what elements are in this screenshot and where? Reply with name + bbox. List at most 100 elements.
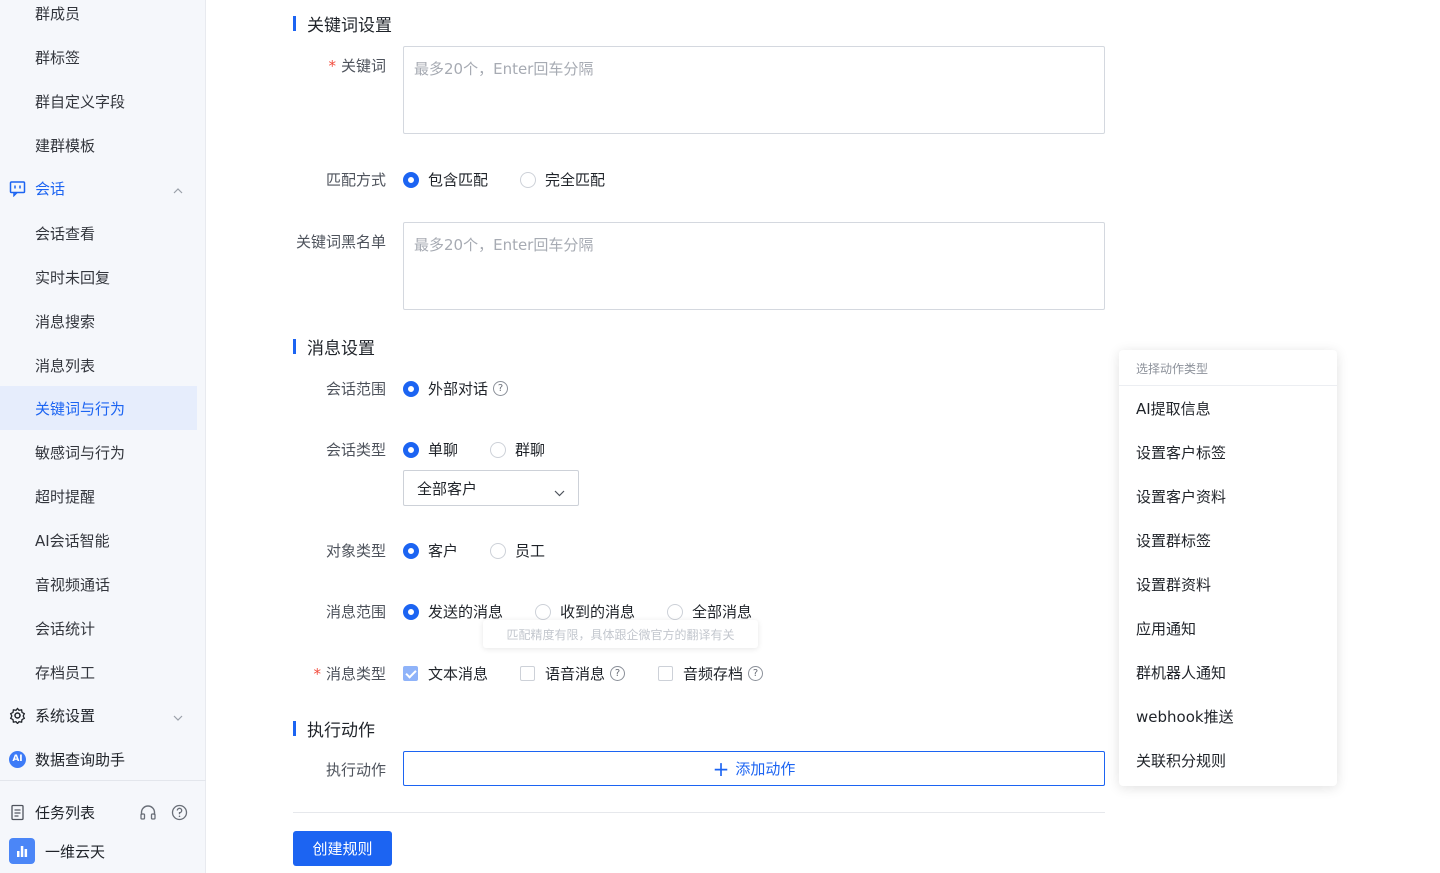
match-mode-label: 匹配方式 <box>325 171 386 189</box>
radio-checked <box>403 380 419 397</box>
keyword-label: * 关键词 <box>328 57 386 75</box>
object-staff-radio[interactable]: 员工 <box>490 540 545 561</box>
action-item-customer-tag[interactable]: 设置客户标签 <box>1119 430 1337 474</box>
chevron-down-icon <box>554 484 565 497</box>
sidebar-item-group-tags[interactable]: 群标签 <box>0 35 197 79</box>
radio-unchecked <box>535 603 552 620</box>
chat-icon <box>9 180 26 197</box>
ai-assistant-icon: AI <box>9 750 26 768</box>
radio-checked <box>403 542 419 559</box>
radio-checked <box>403 603 419 620</box>
action-item-group-bot-notification[interactable]: 群机器人通知 <box>1119 650 1337 694</box>
section-bar <box>293 720 296 736</box>
checkbox-checked <box>403 666 418 681</box>
help-icon[interactable] <box>171 804 188 825</box>
chevron-down-icon <box>173 709 183 721</box>
sidebar-item-av-call[interactable]: 音视频通话 <box>0 562 197 606</box>
app-root: 群成员 群标签 群自定义字段 建群模板 会话 会话查看 实时未回复 消息搜索 消… <box>0 0 1440 873</box>
sidebar-item-ai-session[interactable]: AI会话智能 <box>0 518 197 562</box>
sidebar: 群成员 群标签 群自定义字段 建群模板 会话 会话查看 实时未回复 消息搜索 消… <box>0 0 206 873</box>
form-divider <box>293 812 1105 813</box>
blacklist-label: 关键词黑名单 <box>295 233 386 251</box>
section-keyword-settings: 关键词设置 <box>293 11 392 36</box>
org-switcher[interactable]: 一维云天 <box>0 833 206 869</box>
message-type-group: 文本消息 语音消息? 音频存档? <box>403 663 764 684</box>
action-item-points-rule[interactable]: 关联积分规则 <box>1119 738 1337 782</box>
question-icon[interactable]: ? <box>493 381 509 396</box>
sidebar-item-group-custom-fields[interactable]: 群自定义字段 <box>0 79 197 123</box>
message-all-radio[interactable]: 全部消息 <box>667 601 752 622</box>
sidebar-item-group-members[interactable]: 群成员 <box>0 0 197 35</box>
section-bar <box>293 338 296 354</box>
sidebar-group-session[interactable]: 会话 <box>0 166 197 210</box>
sidebar-item-timeout-reminder[interactable]: 超时提醒 <box>0 474 197 518</box>
session-scope-label: 会话范围 <box>325 380 386 398</box>
session-external-radio[interactable]: 外部对话 <box>403 378 488 399</box>
session-type-label: 会话类型 <box>325 441 386 459</box>
match-contains-radio[interactable]: 包含匹配 <box>403 169 488 190</box>
message-received-radio[interactable]: 收到的消息 <box>535 601 635 622</box>
radio-checked <box>403 171 419 188</box>
checkbox-unchecked <box>658 666 674 681</box>
task-list-icon <box>9 804 26 821</box>
section-message-settings: 消息设置 <box>293 334 375 359</box>
sidebar-item-keyword-behavior[interactable]: 关键词与行为 <box>0 386 197 430</box>
sidebar-divider <box>0 780 206 781</box>
action-item-group-profile[interactable]: 设置群资料 <box>1119 562 1337 606</box>
object-type-label: 对象类型 <box>325 542 386 560</box>
message-scope-group: 发送的消息 收到的消息 全部消息 <box>403 601 752 622</box>
radio-checked <box>403 441 419 458</box>
sidebar-item-sensitive-words[interactable]: 敏感词与行为 <box>0 430 197 474</box>
match-exact-radio[interactable]: 完全匹配 <box>520 169 605 190</box>
message-scope-label: 消息范围 <box>325 603 386 621</box>
action-item-app-notification[interactable]: 应用通知 <box>1119 606 1337 650</box>
message-type-label: * 消息类型 <box>313 665 386 683</box>
voice-message-checkbox[interactable]: 语音消息? <box>520 663 626 684</box>
section-bar <box>293 15 296 31</box>
question-icon[interactable]: ? <box>610 666 626 681</box>
question-icon[interactable]: ? <box>748 666 764 681</box>
sidebar-item-unreplied[interactable]: 实时未回复 <box>0 255 197 299</box>
dropdown-header: 选择动作类型 <box>1119 350 1337 386</box>
radio-unchecked <box>490 441 507 458</box>
radio-unchecked <box>490 542 507 559</box>
chevron-up-icon <box>173 182 183 194</box>
match-mode-group: 包含匹配 完全匹配 <box>403 169 605 190</box>
action-type-dropdown: 选择动作类型 AI提取信息 设置客户标签 设置客户资料 设置群标签 设置群资料 … <box>1119 350 1337 786</box>
gear-icon <box>9 706 26 724</box>
audio-archive-checkbox[interactable]: 音频存档? <box>658 663 764 684</box>
sidebar-item-message-list[interactable]: 消息列表 <box>0 343 197 387</box>
checkbox-unchecked <box>520 666 536 681</box>
sidebar-item-message-search[interactable]: 消息搜索 <box>0 299 197 343</box>
session-group-radio[interactable]: 群聊 <box>490 439 545 460</box>
action-item-group-tag[interactable]: 设置群标签 <box>1119 518 1337 562</box>
sidebar-item-archived-staff[interactable]: 存档员工 <box>0 650 197 694</box>
session-single-radio[interactable]: 单聊 <box>403 439 458 460</box>
message-sent-radio[interactable]: 发送的消息 <box>403 601 503 622</box>
session-type-group: 单聊 群聊 <box>403 439 545 460</box>
action-item-ai-extract[interactable]: AI提取信息 <box>1119 386 1337 430</box>
create-rule-button[interactable]: 创建规则 <box>293 831 392 866</box>
text-message-checkbox[interactable]: 文本消息 <box>403 663 488 684</box>
keyword-blacklist-input[interactable]: 最多20个，Enter回车分隔 <box>403 222 1105 310</box>
sidebar-item-session-view[interactable]: 会话查看 <box>0 211 197 255</box>
action-label: 执行动作 <box>325 761 386 779</box>
action-item-webhook[interactable]: webhook推送 <box>1119 694 1337 738</box>
session-scope-group: 外部对话 ? <box>403 378 509 399</box>
customer-scope-select[interactable]: 全部客户 <box>403 470 579 506</box>
headset-icon[interactable] <box>139 804 157 825</box>
sidebar-item-data-assistant[interactable]: AI 数据查询助手 <box>0 737 197 781</box>
org-logo-icon <box>9 838 35 864</box>
sidebar-group-system-settings[interactable]: 系统设置 <box>0 693 197 737</box>
sidebar-item-session-stats[interactable]: 会话统计 <box>0 606 197 650</box>
sidebar-item-group-templates[interactable]: 建群模板 <box>0 123 197 167</box>
section-actions: 执行动作 <box>293 716 375 741</box>
keyword-input[interactable]: 最多20个，Enter回车分隔 <box>403 46 1105 134</box>
object-customer-radio[interactable]: 客户 <box>403 540 458 561</box>
plus-icon: + <box>712 756 730 781</box>
action-item-customer-profile[interactable]: 设置客户资料 <box>1119 474 1337 518</box>
object-type-group: 客户 员工 <box>403 540 545 561</box>
radio-unchecked <box>667 603 684 620</box>
add-action-button[interactable]: + 添加动作 <box>403 751 1105 786</box>
task-list-row[interactable]: 任务列表 <box>0 794 206 830</box>
